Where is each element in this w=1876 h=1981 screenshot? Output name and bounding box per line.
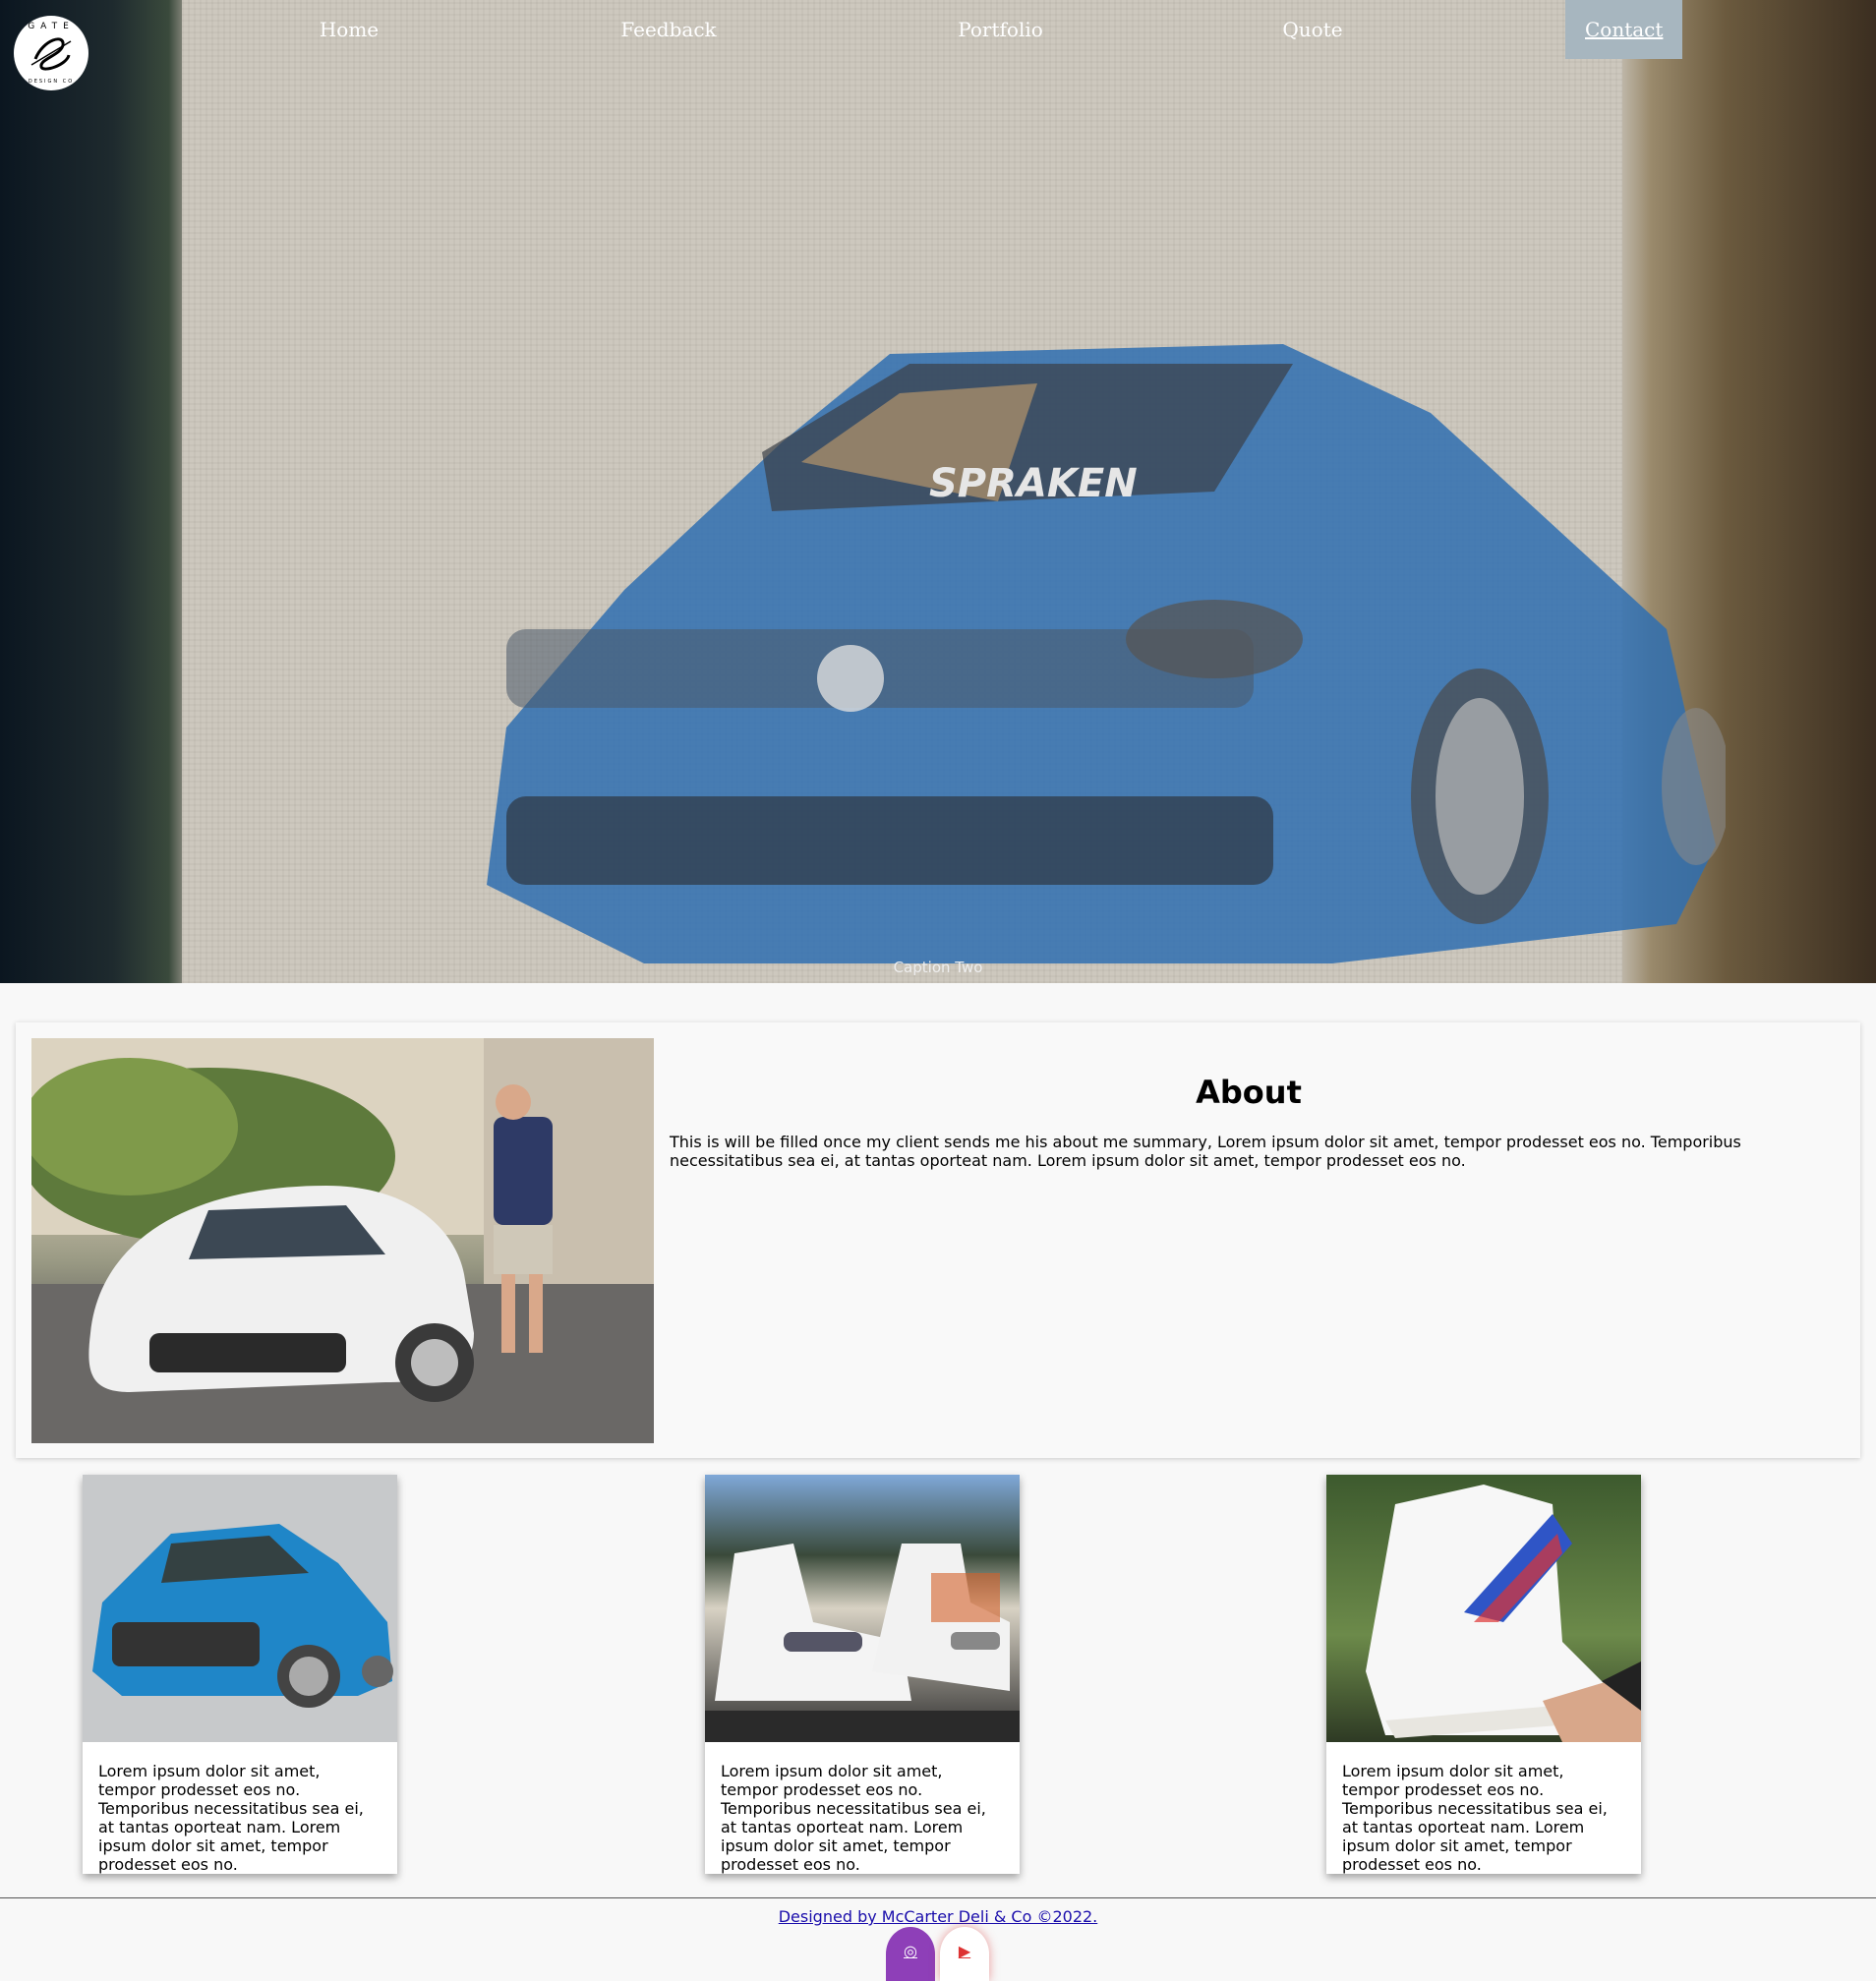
hero-slide-image: SPRAKEN bbox=[182, 0, 1726, 983]
about-section: About This is will be filled once my cli… bbox=[16, 1022, 1860, 1458]
card-text: Lorem ipsum dolor sit amet, tempor prode… bbox=[721, 1762, 986, 1874]
portfolio-card-1[interactable]: Lorem ipsum dolor sit amet, tempor prode… bbox=[83, 1475, 397, 1874]
nav-home[interactable]: Home bbox=[300, 0, 398, 59]
card-image-sneaker-blazer bbox=[1326, 1475, 1641, 1742]
footer-credit: Designed by McCarter Deli & Co ©2022. bbox=[0, 1907, 1876, 1926]
portfolio-card-3[interactable]: Lorem ipsum dolor sit amet, tempor prode… bbox=[1326, 1475, 1641, 1874]
card-image-sneakers-vans bbox=[705, 1475, 1020, 1742]
about-title: About bbox=[1196, 1074, 1302, 1111]
nav-feedback[interactable]: Feedback bbox=[610, 0, 728, 59]
youtube-icon: ▶ bbox=[958, 1942, 971, 1960]
car-drawing: SPRAKEN bbox=[487, 344, 1726, 963]
about-photo bbox=[31, 1038, 654, 1443]
card-text: Lorem ipsum dolor sit amet, tempor prode… bbox=[1342, 1762, 1608, 1874]
nav-portfolio[interactable]: Portfolio bbox=[944, 0, 1057, 59]
footer-credit-link[interactable]: Designed by McCarter Deli & Co ©2022. bbox=[779, 1907, 1098, 1926]
brand-logo[interactable]: GATE DESIGN CO bbox=[14, 16, 88, 90]
svg-text:SPRAKEN: SPRAKEN bbox=[929, 461, 1138, 506]
about-text: This is will be filled once my client se… bbox=[670, 1133, 1741, 1170]
card-text: Lorem ipsum dolor sit amet, tempor prode… bbox=[98, 1762, 364, 1874]
nav-quote[interactable]: Quote bbox=[1268, 0, 1357, 59]
card-image-mustang bbox=[83, 1475, 397, 1742]
carousel-caption: Caption Two bbox=[893, 959, 983, 976]
portfolio-card-2[interactable]: Lorem ipsum dolor sit amet, tempor prode… bbox=[705, 1475, 1020, 1874]
youtube-button[interactable]: ▶ bbox=[940, 1927, 989, 1981]
logo-wordmark-bottom: DESIGN CO bbox=[28, 79, 75, 85]
nav-contact[interactable]: Contact bbox=[1565, 0, 1682, 59]
main-nav: Home Feedback Portfolio Quote Contact bbox=[0, 0, 1876, 59]
hero-carousel[interactable]: SPRAKEN Caption Two bbox=[0, 0, 1876, 983]
footer-divider bbox=[0, 1897, 1876, 1898]
instagram-icon: ◎ bbox=[904, 1942, 917, 1960]
instagram-button[interactable]: ◎ bbox=[886, 1927, 935, 1981]
